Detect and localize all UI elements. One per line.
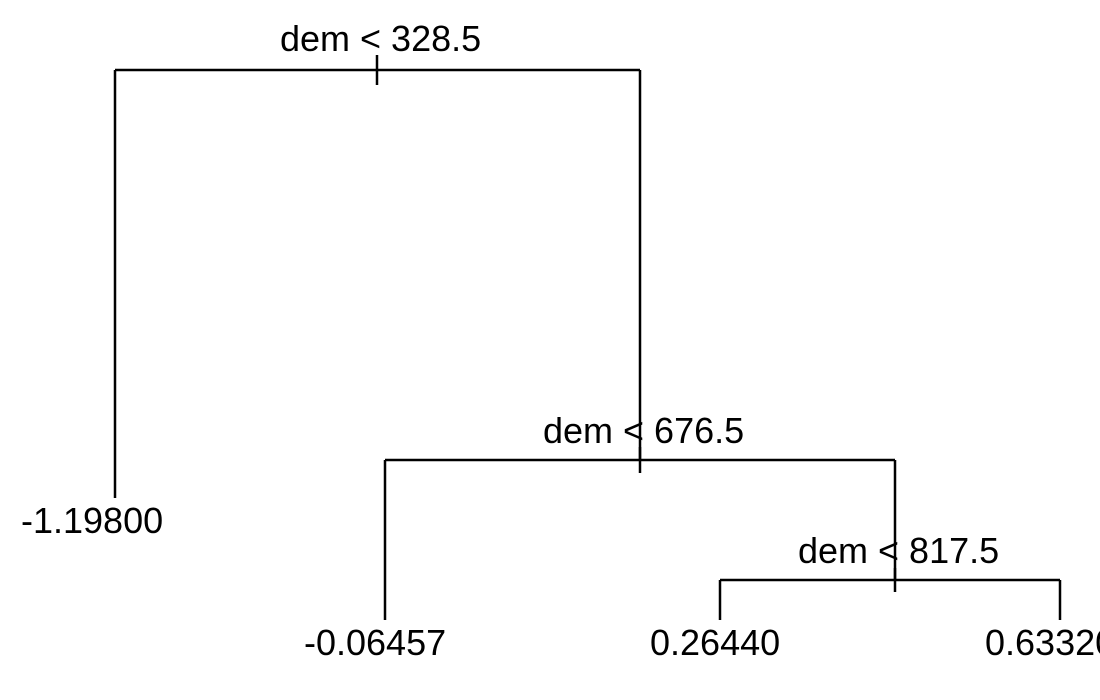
node2-split-label: dem < 676.5 bbox=[543, 410, 744, 452]
leaf-1-value: -1.19800 bbox=[21, 500, 163, 542]
tree-diagram bbox=[0, 0, 1100, 700]
leaf-3-value: -0.06457 bbox=[304, 622, 446, 664]
root-split-label: dem < 328.5 bbox=[280, 18, 481, 60]
leaf-6-value: 0.63320 bbox=[985, 622, 1100, 664]
leaf-5-value: 0.26440 bbox=[650, 622, 780, 664]
node4-split-label: dem < 817.5 bbox=[798, 530, 999, 572]
